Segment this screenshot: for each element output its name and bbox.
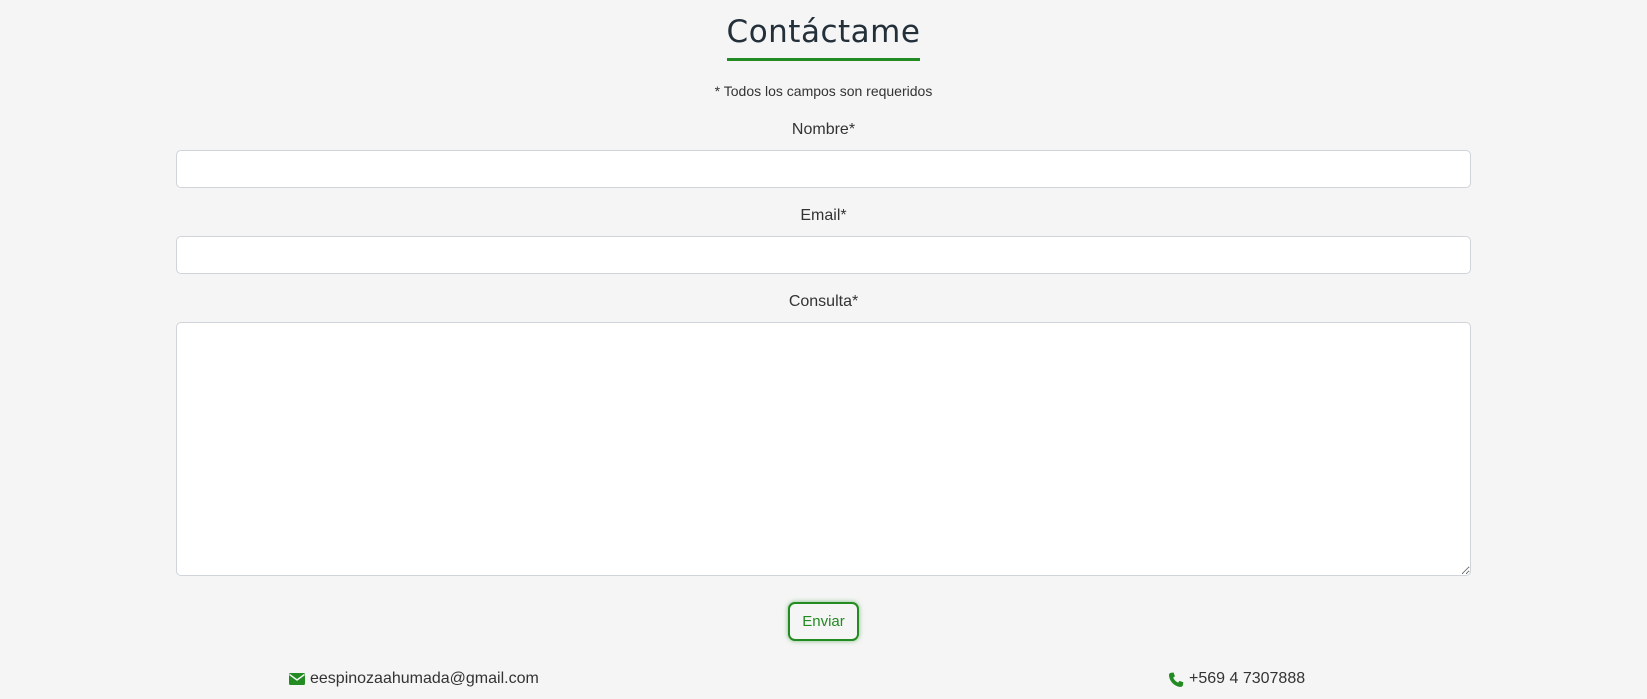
email-input[interactable] <box>176 236 1471 274</box>
contact-phone-text: +569 4 7307888 <box>1189 670 1306 687</box>
name-input[interactable] <box>176 150 1471 188</box>
send-button[interactable]: Enviar <box>788 602 859 641</box>
envelope-icon <box>289 672 305 686</box>
required-note: * Todos los campos son requeridos <box>714 83 933 99</box>
phone-icon <box>1168 672 1184 687</box>
contact-phone[interactable]: +569 4 7307888 <box>1168 669 1305 689</box>
title-wrap: Contáctame <box>0 12 1647 61</box>
contact-email-text: eespinozaahumada@gmail.com <box>310 670 539 687</box>
email-label: Email* <box>800 207 847 224</box>
contact-page: Contáctame * Todos los campos son requer… <box>0 0 1647 699</box>
name-label: Nombre* <box>791 121 856 138</box>
page-title: Contáctame <box>726 12 921 61</box>
message-label: Consulta* <box>788 293 859 310</box>
contact-email[interactable]: eespinozaahumada@gmail.com <box>289 669 539 689</box>
message-textarea[interactable] <box>176 322 1471 576</box>
